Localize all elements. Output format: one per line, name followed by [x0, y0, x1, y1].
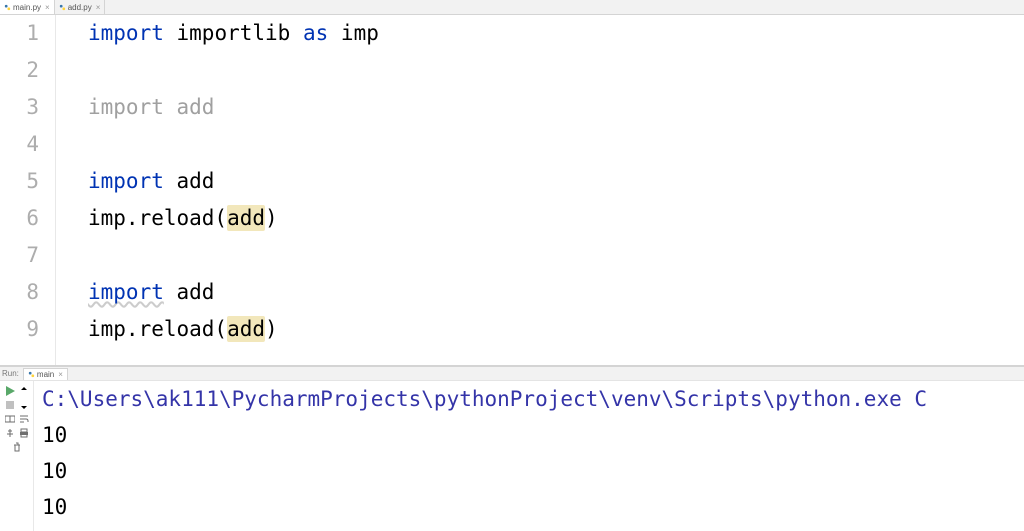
run-config-tab[interactable]: main ×	[23, 368, 68, 380]
line-number: 9	[0, 311, 39, 348]
console-output[interactable]: C:\Users\ak111\PycharmProjects\pythonPro…	[34, 381, 1024, 531]
run-tab-bar: Run: main ×	[0, 367, 1024, 381]
tab-main-py[interactable]: main.py ×	[0, 0, 55, 14]
code-line[interactable]: import add	[88, 89, 1024, 126]
pin-icon[interactable]	[4, 427, 16, 439]
run-body: C:\Users\ak111\PycharmProjects\pythonPro…	[0, 381, 1024, 531]
code-token: add	[227, 316, 265, 342]
tab-label: main.py	[13, 3, 41, 12]
code-token: import	[88, 280, 164, 304]
console-line: 10	[42, 453, 1024, 489]
console-text: C:\Users\ak111\PycharmProjects\pythonPro…	[42, 387, 902, 411]
line-number: 1	[0, 15, 39, 52]
code-token: imp.reload(	[88, 317, 227, 341]
run-tool-window: Run: main × C:\Users\ak111\PycharmProjec	[0, 365, 1024, 531]
python-file-icon	[59, 4, 66, 11]
code-line[interactable]: imp.reload(add)	[88, 311, 1024, 348]
print-icon[interactable]	[18, 427, 30, 439]
code-token: import	[88, 95, 164, 119]
code-line[interactable]	[88, 52, 1024, 89]
code-line[interactable]: imp.reload(add)	[88, 200, 1024, 237]
close-icon[interactable]: ×	[58, 370, 63, 379]
line-number: 5	[0, 163, 39, 200]
code-editor[interactable]: 123456789 import importlib as impimport …	[0, 15, 1024, 365]
console-text: 10	[42, 459, 67, 483]
line-number: 8	[0, 274, 39, 311]
soft-wrap-icon[interactable]	[18, 413, 30, 425]
code-line[interactable]: import importlib as imp	[88, 15, 1024, 52]
code-token: add	[177, 169, 215, 193]
run-label: Run:	[2, 369, 19, 378]
line-number: 3	[0, 89, 39, 126]
tab-label: add.py	[68, 3, 92, 12]
stop-button[interactable]	[4, 399, 16, 411]
console-line: 10	[42, 489, 1024, 525]
line-number: 4	[0, 126, 39, 163]
code-token: as	[303, 21, 328, 45]
trash-icon[interactable]	[11, 441, 23, 453]
rerun-button[interactable]	[4, 385, 16, 397]
code-token	[328, 21, 341, 45]
code-token	[164, 169, 177, 193]
code-token: import	[88, 21, 164, 45]
arrow-down-icon[interactable]	[18, 399, 30, 411]
code-token: )	[265, 317, 278, 341]
line-number-gutter: 123456789	[0, 15, 56, 365]
code-token: add	[177, 95, 215, 119]
code-line[interactable]: import add	[88, 163, 1024, 200]
arrow-up-icon[interactable]	[18, 385, 30, 397]
code-token: )	[265, 206, 278, 230]
code-line[interactable]	[88, 126, 1024, 163]
code-area[interactable]: import importlib as impimport addimport …	[56, 15, 1024, 365]
line-number: 7	[0, 237, 39, 274]
code-token	[164, 280, 177, 304]
code-token: imp	[341, 21, 379, 45]
python-file-icon	[28, 371, 35, 378]
tab-add-py[interactable]: add.py ×	[55, 0, 106, 14]
run-config-name: main	[37, 370, 54, 379]
line-number: 2	[0, 52, 39, 89]
python-file-icon	[4, 4, 11, 11]
console-text: 10	[42, 423, 67, 447]
code-line[interactable]	[88, 237, 1024, 274]
close-icon[interactable]: ×	[45, 3, 50, 12]
code-token: importlib	[177, 21, 291, 45]
code-token	[164, 21, 177, 45]
code-token: import	[88, 169, 164, 193]
code-token: add	[227, 205, 265, 231]
console-text: C	[902, 387, 927, 411]
code-line[interactable]: import add	[88, 274, 1024, 311]
code-token: imp.reload(	[88, 206, 227, 230]
console-line: C:\Users\ak111\PycharmProjects\pythonPro…	[42, 381, 1024, 417]
line-number: 6	[0, 200, 39, 237]
run-toolbar	[0, 381, 34, 531]
layout-icon[interactable]	[4, 413, 16, 425]
code-token: add	[177, 280, 215, 304]
console-text: 10	[42, 495, 67, 519]
code-token	[290, 21, 303, 45]
console-line: 10	[42, 417, 1024, 453]
editor-tab-bar: main.py × add.py ×	[0, 0, 1024, 15]
close-icon[interactable]: ×	[96, 3, 101, 12]
code-token	[164, 95, 177, 119]
